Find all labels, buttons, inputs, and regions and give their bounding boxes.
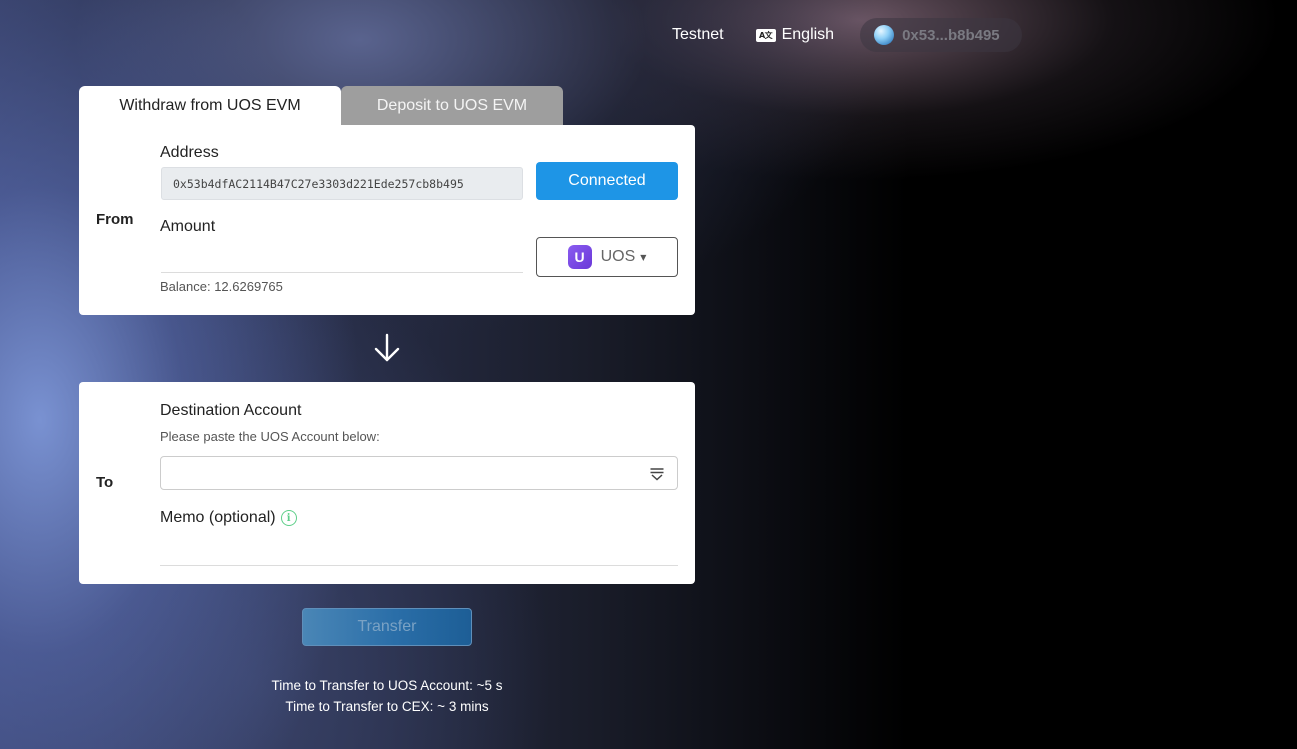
network-selector[interactable]: Testnet [672,26,724,44]
address-label: Address [160,144,219,161]
wallet-button[interactable]: 0x53...b8b495 [860,18,1022,52]
amount-label: Amount [160,218,216,235]
amount-input[interactable] [161,243,523,273]
destination-label: Destination Account [160,402,302,419]
token-name: UOS [600,248,636,265]
transfer-button[interactable]: Transfer [302,608,472,646]
dropdown-list-icon [650,468,664,481]
from-label: From [96,211,134,228]
destination-account-select[interactable] [160,456,678,490]
balance-text: Balance: 12.6269765 [160,279,283,294]
uos-account-time-note: Time to Transfer to UOS Account: ~5 s [271,678,503,693]
tab-withdraw[interactable]: Withdraw from UOS EVM [79,86,341,126]
to-label: To [96,474,114,491]
top-bar: Testnet A文 English 0x53...b8b495 [672,18,1022,52]
wallet-address: 0x53...b8b495 [902,26,1000,44]
memo-input[interactable] [160,536,678,566]
app-root: Testnet A文 English 0x53...b8b495 Withdra… [0,0,1297,749]
caret-down-icon: ▼ [640,252,647,262]
language-selector[interactable]: A文 English [755,26,835,44]
language-icon: A文 [755,28,776,42]
transfer-tabs: Withdraw from UOS EVM Deposit to UOS EVM [79,86,563,126]
memo-label-group: Memo (optional) i [160,509,297,527]
address-field[interactable]: 0x53b4dfAC2114B47C27e3303d221Ede257cb8b4… [161,167,523,200]
arrow-down-icon [374,333,400,362]
token-dropdown[interactable]: U UOS ▼ [536,237,678,277]
tab-deposit[interactable]: Deposit to UOS EVM [341,86,563,126]
to-card: To Destination Account Please paste the … [79,382,695,584]
destination-hint: Please paste the UOS Account below: [160,429,380,444]
info-icon[interactable]: i [280,510,297,526]
cex-time-note: Time to Transfer to CEX: ~ 3 mins [285,699,489,714]
language-label: English [781,26,835,43]
connected-button[interactable]: Connected [536,162,678,200]
from-card: From Address 0x53b4dfAC2114B47C27e3303d2… [79,125,695,315]
memo-label: Memo (optional) [160,509,276,526]
wallet-avatar-icon [874,25,895,45]
uos-logo-icon: U [567,245,592,269]
transfer-time-notes: Time to Transfer to UOS Account: ~5 s Ti… [187,675,587,717]
